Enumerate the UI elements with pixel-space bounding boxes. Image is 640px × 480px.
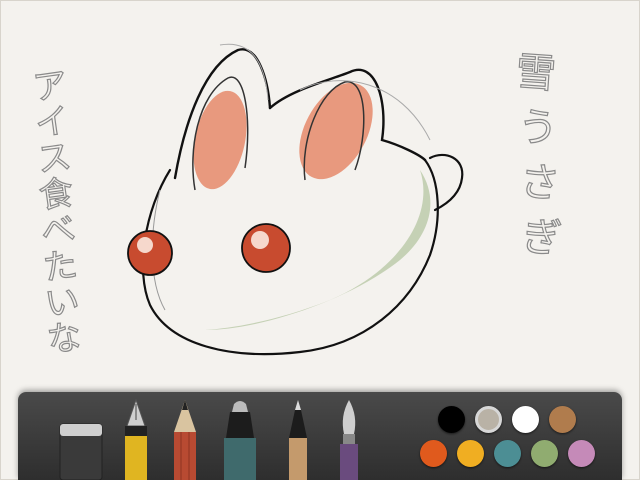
left-eye-highlight	[137, 237, 153, 253]
color-swatch[interactable]	[494, 440, 521, 467]
color-swatch[interactable]	[457, 440, 484, 467]
right-eye	[241, 223, 291, 273]
color-swatch[interactable]	[475, 406, 502, 433]
pencil-tool[interactable]	[170, 398, 200, 480]
right-eye-highlight	[251, 231, 269, 249]
color-swatch[interactable]	[549, 406, 576, 433]
handwritten-char: う	[516, 104, 559, 153]
handwritten-text-left: アイス食べたいな	[30, 64, 84, 362]
tool-palette	[18, 392, 622, 480]
fountain-pen-tool[interactable]	[121, 398, 151, 480]
fine-pen-tool[interactable]	[283, 398, 313, 480]
color-swatch[interactable]	[512, 406, 539, 433]
handwritten-char: な	[45, 317, 84, 361]
handwritten-char: 雪	[514, 49, 557, 98]
handwritten-text-right: 雪うさぎ	[514, 48, 564, 263]
color-swatch[interactable]	[438, 406, 465, 433]
body-outline	[141, 158, 439, 356]
right-ear-fill	[299, 82, 373, 180]
left-eye	[127, 230, 173, 276]
handwritten-char: さ	[518, 159, 561, 208]
color-swatch[interactable]	[420, 440, 447, 467]
marker-tool[interactable]	[218, 398, 262, 480]
handwritten-char: ぎ	[520, 214, 563, 263]
eraser-tool[interactable]	[56, 420, 106, 480]
color-swatch[interactable]	[568, 440, 595, 467]
color-swatch[interactable]	[531, 440, 558, 467]
brush-tool[interactable]	[334, 398, 364, 480]
